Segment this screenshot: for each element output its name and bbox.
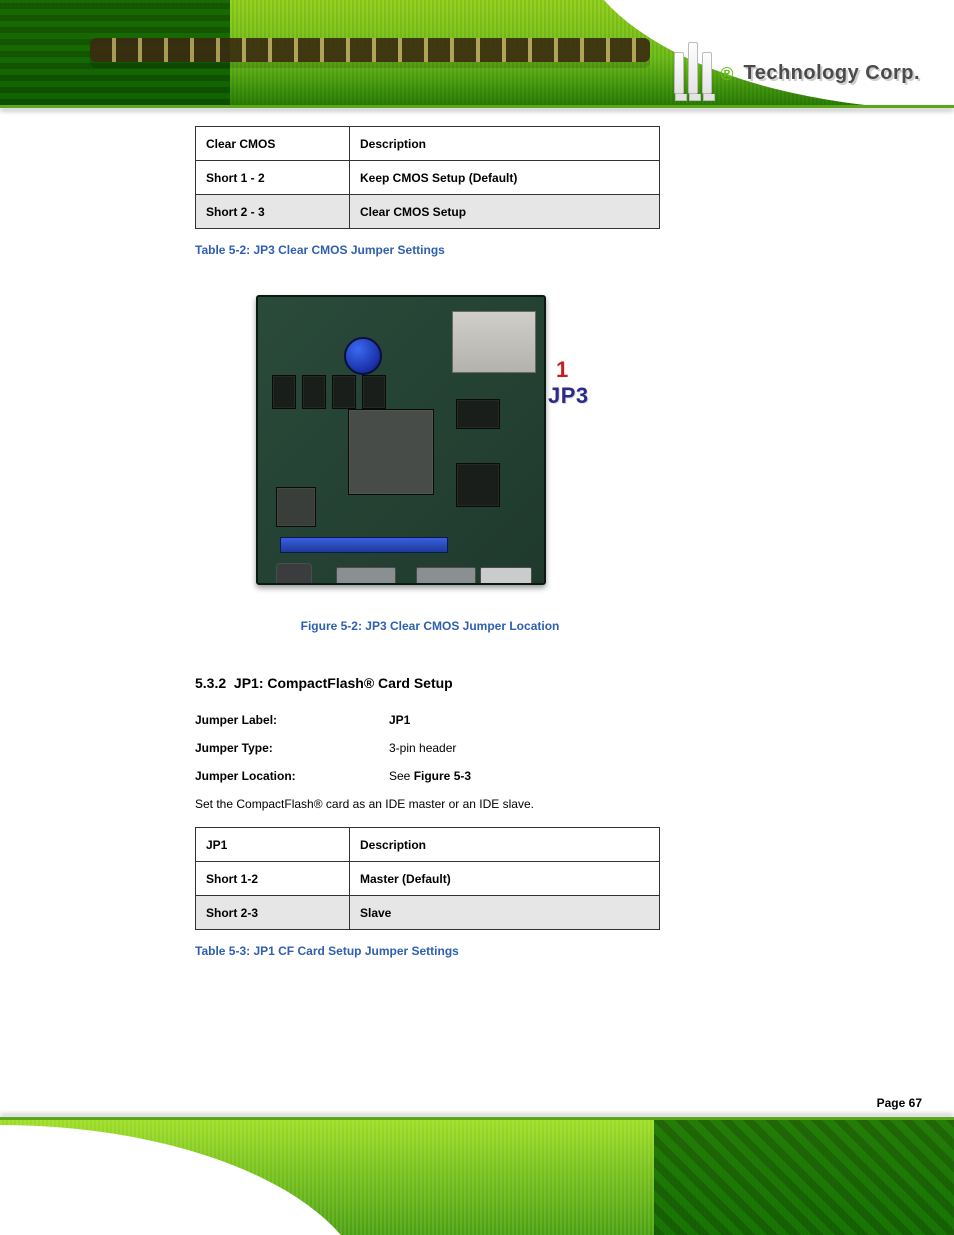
spec-key: Jumper Label: (195, 713, 389, 727)
io-chip (456, 463, 500, 507)
spec-row: Jumper Location: See Figure 5-3 (195, 769, 665, 783)
table-cell: Short 2 - 3 (196, 195, 350, 229)
table-header: Description (350, 828, 660, 862)
jp3-pin1-label: 1 (556, 357, 568, 383)
table-row: Short 2 - 3 Clear CMOS Setup (196, 195, 660, 229)
cpu-chip (348, 409, 434, 495)
section-number: 5.3.2 (195, 675, 226, 691)
table-cell: Keep CMOS Setup (Default) (350, 161, 660, 195)
footer-banner (0, 1120, 954, 1235)
io-chip (276, 487, 316, 527)
body-paragraph: Set the CompactFlash® card as an IDE mas… (195, 797, 665, 811)
cf-slot (452, 311, 536, 373)
spec-key: Jumper Type: (195, 741, 389, 755)
cf-setup-table: JP1 Description Short 1-2 Master (Defaul… (195, 827, 660, 930)
logo-registered: ® (720, 64, 733, 85)
rear-port (336, 567, 396, 585)
table-cell: Short 2-3 (196, 896, 350, 930)
table-cell: Short 1 - 2 (196, 161, 350, 195)
table-caption: Table 5-2: JP3 Clear CMOS Jumper Setting… (195, 243, 665, 257)
table-row: Short 1 - 2 Keep CMOS Setup (Default) (196, 161, 660, 195)
logo-icon (674, 42, 712, 94)
jp3-label: JP3 (548, 383, 589, 409)
table-caption: Table 5-3: JP1 CF Card Setup Jumper Sett… (195, 944, 665, 958)
header-underline (0, 105, 954, 108)
figure-block: 1 JP3 Figure 5-2: JP3 Clear CMOS Jumper … (195, 287, 665, 633)
ram-chip (332, 375, 356, 409)
table-header: JP1 (196, 828, 350, 862)
ide-connector (280, 537, 448, 553)
board-illustration: 1 JP3 (256, 287, 604, 593)
spec-value: See Figure 5-3 (389, 769, 471, 783)
footer-curve-mask (0, 1120, 370, 1235)
logo-text: Technology Corp. (743, 62, 920, 85)
board-pcb (256, 295, 546, 585)
rear-port (480, 567, 532, 585)
rear-port (416, 567, 476, 585)
table-header: Clear CMOS (196, 127, 350, 161)
spec-value: 3-pin header (389, 741, 456, 755)
figure-caption: Figure 5-2: JP3 Clear CMOS Jumper Locati… (195, 619, 665, 633)
table-cell: Short 1-2 (196, 862, 350, 896)
spec-key: Jumper Location: (195, 769, 389, 783)
section-heading: 5.3.2 JP1: CompactFlash® Card Setup (195, 675, 665, 691)
table-row: Short 1-2 Master (Default) (196, 862, 660, 896)
coin-battery (344, 337, 382, 375)
page-number: Page 67 (877, 1096, 922, 1110)
table-header-row: JP1 Description (196, 828, 660, 862)
section-title: JP1: CompactFlash® Card Setup (234, 675, 453, 691)
spec-row: Jumper Label: JP1 (195, 713, 665, 727)
rear-port (276, 563, 312, 585)
table-header: Description (350, 127, 660, 161)
logo-block: ® Technology Corp. (674, 42, 920, 94)
spec-value: JP1 (389, 713, 410, 727)
table-cell: Clear CMOS Setup (350, 195, 660, 229)
ram-chip (272, 375, 296, 409)
table-header-row: Clear CMOS Description (196, 127, 660, 161)
page-content: Clear CMOS Description Short 1 - 2 Keep … (195, 120, 665, 958)
table-cell: Master (Default) (350, 862, 660, 896)
spec-row: Jumper Type: 3-pin header (195, 741, 665, 755)
table-row: Short 2-3 Slave (196, 896, 660, 930)
ram-chip (362, 375, 386, 409)
clear-cmos-table: Clear CMOS Description Short 1 - 2 Keep … (195, 126, 660, 229)
io-chip (456, 399, 500, 429)
ram-chip (302, 375, 326, 409)
table-cell: Slave (350, 896, 660, 930)
